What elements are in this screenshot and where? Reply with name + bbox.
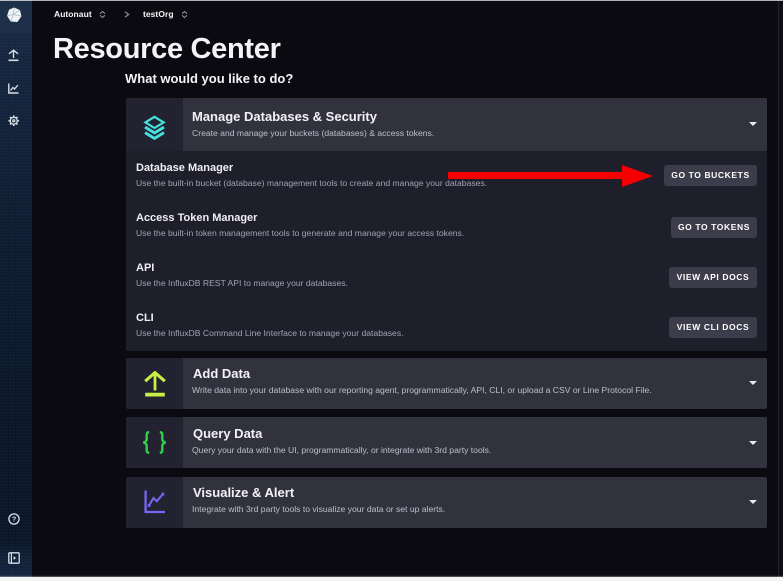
svg-text:?: ? xyxy=(12,515,17,524)
